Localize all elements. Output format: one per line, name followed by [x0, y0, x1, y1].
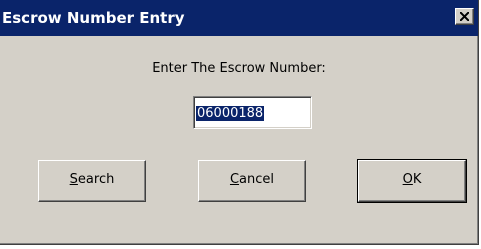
window-title: Escrow Number Entry	[2, 9, 185, 27]
ok-button-label: K	[412, 172, 422, 187]
ok-button[interactable]: OK	[357, 159, 467, 203]
search-button-mnemonic: S	[69, 172, 78, 187]
close-button[interactable]	[455, 8, 474, 25]
cancel-button[interactable]: Cancel	[198, 160, 306, 202]
escrow-number-dialog: Escrow Number Entry Enter The Escrow Num…	[0, 0, 479, 245]
search-button[interactable]: Search	[38, 160, 146, 202]
escrow-number-input[interactable]: 06000188	[193, 96, 312, 129]
ok-button-mnemonic: O	[402, 172, 413, 187]
cancel-button-label: ancel	[239, 172, 275, 187]
close-icon	[460, 12, 469, 21]
search-button-label: earch	[77, 172, 115, 187]
escrow-prompt-label: Enter The Escrow Number:	[152, 61, 326, 76]
escrow-number-value[interactable]: 06000188	[196, 106, 265, 121]
title-bar[interactable]: Escrow Number Entry	[0, 0, 478, 36]
cancel-button-mnemonic: C	[229, 172, 240, 187]
